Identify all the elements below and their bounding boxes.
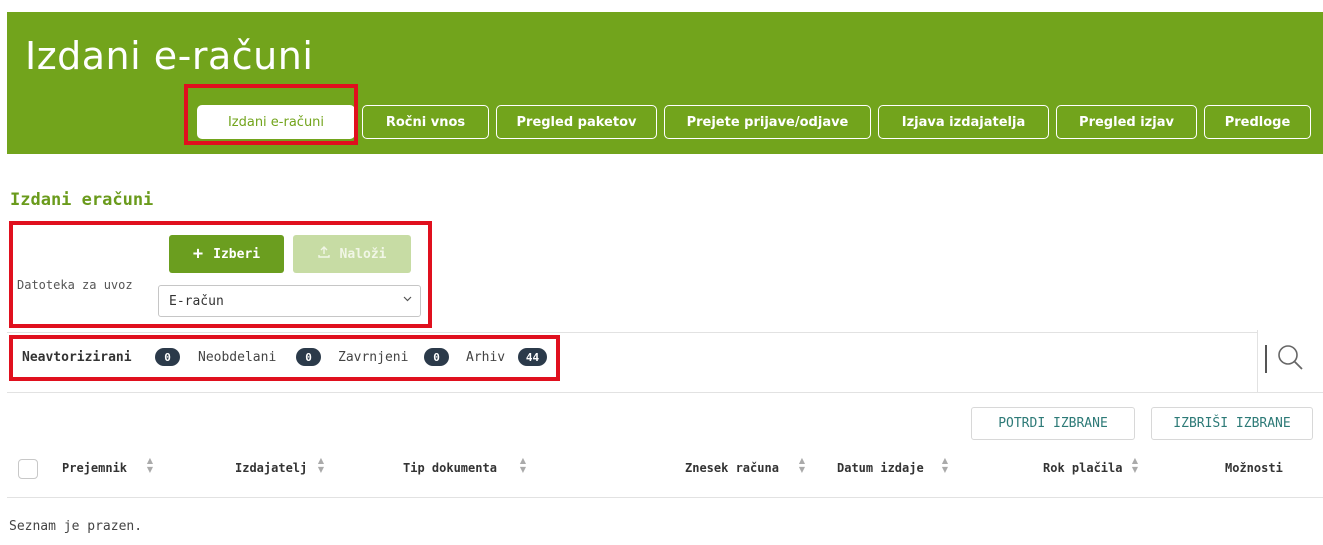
column-header-izdajatelj[interactable]: Izdajatelj xyxy=(235,461,307,475)
select-all-checkbox[interactable] xyxy=(18,459,38,479)
delete-selected-button[interactable]: IZBRIŠI IZBRANE xyxy=(1151,407,1313,440)
empty-list-text: Seznam je prazen. xyxy=(9,519,143,534)
import-file-label: Datoteka za uvoz xyxy=(17,278,133,292)
upload-icon xyxy=(317,246,330,262)
tab-pregled-izjav[interactable]: Pregled izjav xyxy=(1056,105,1197,139)
sort-icon[interactable]: ▲ ▼ xyxy=(316,456,326,476)
search-icon[interactable] xyxy=(1277,344,1305,372)
upload-label: Naloži xyxy=(339,246,387,262)
column-header-tip-dokumenta[interactable]: Tip dokumenta xyxy=(403,461,497,475)
sort-icon[interactable]: ▲ ▼ xyxy=(1130,456,1140,476)
divider xyxy=(7,392,1323,393)
divider xyxy=(7,332,1257,333)
column-header-moznosti: Možnosti xyxy=(1225,461,1283,475)
tab-prejete-prijave-odjave[interactable]: Prejete prijave/odjave xyxy=(664,105,871,139)
section-title: Izdani eračuni xyxy=(10,190,154,210)
tab-pregled-paketov[interactable]: Pregled paketov xyxy=(496,105,657,139)
count-badge: 0 xyxy=(424,348,449,366)
select-file-button[interactable]: + Izberi xyxy=(169,235,284,273)
chevron-down-icon xyxy=(403,294,412,306)
select-file-label: Izberi xyxy=(213,246,261,262)
file-type-select[interactable]: E-račun xyxy=(158,285,421,317)
filter-neobdelani[interactable]: Neobdelani xyxy=(198,350,276,365)
divider xyxy=(7,497,1323,498)
tab-izdani-e-racuni[interactable]: Izdani e-računi xyxy=(197,105,355,139)
sort-icon[interactable]: ▲ ▼ xyxy=(145,456,155,476)
upload-button[interactable]: Naloži xyxy=(293,235,411,273)
sort-icon[interactable]: ▲ ▼ xyxy=(940,456,950,476)
file-type-value: E-račun xyxy=(169,293,224,309)
sort-icon[interactable]: ▲ ▼ xyxy=(518,456,528,476)
column-header-rok-placila[interactable]: Rok plačila xyxy=(1043,461,1122,475)
column-header-znesek-racuna[interactable]: Znesek računa xyxy=(685,461,779,475)
tab-predloge[interactable]: Predloge xyxy=(1204,105,1311,139)
divider xyxy=(1257,330,1258,392)
count-badge: 44 xyxy=(518,348,547,366)
nav-tabs: Izdani e-računi Ročni vnos Pregled paket… xyxy=(7,95,1323,140)
filter-neavtorizirani[interactable]: Neavtorizirani xyxy=(22,350,132,365)
confirm-selected-button[interactable]: POTRDI IZBRANE xyxy=(971,407,1135,440)
page-title: Izdani e-računi xyxy=(25,34,314,78)
sort-icon[interactable]: ▲ ▼ xyxy=(797,456,807,476)
search-divider xyxy=(1265,345,1267,373)
column-header-prejemnik[interactable]: Prejemnik xyxy=(62,461,127,475)
filter-zavrnjeni[interactable]: Zavrnjeni xyxy=(338,350,408,365)
column-header-datum-izdaje[interactable]: Datum izdaje xyxy=(837,461,924,475)
plus-icon: + xyxy=(192,244,204,264)
tab-rocni-vnos[interactable]: Ročni vnos xyxy=(362,105,489,139)
count-badge: 0 xyxy=(296,348,321,366)
tab-izjava-izdajatelja[interactable]: Izjava izdajatelja xyxy=(878,105,1049,139)
filter-arhiv[interactable]: Arhiv xyxy=(466,350,505,365)
app-header: Izdani e-računi Izdani e-računi Ročni vn… xyxy=(7,12,1323,154)
count-badge: 0 xyxy=(155,348,180,366)
